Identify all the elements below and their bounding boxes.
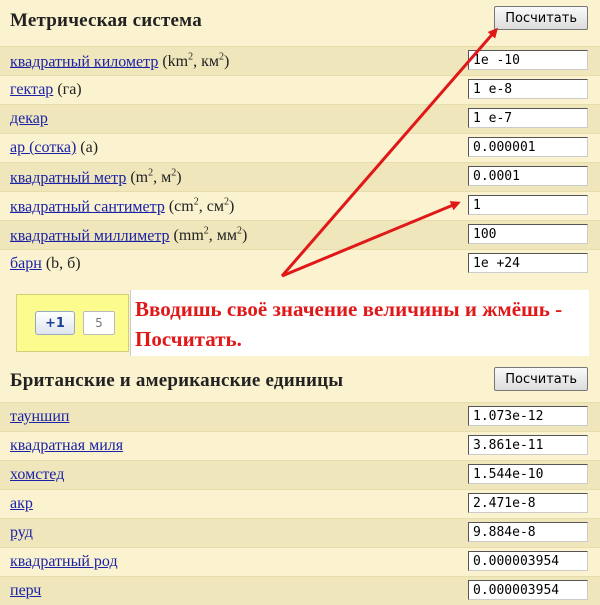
input-hectare[interactable] bbox=[468, 79, 588, 99]
row-square-meter: квадратный метр (m2, м2) bbox=[0, 162, 600, 191]
input-square-meter[interactable] bbox=[468, 166, 588, 186]
row-township: тауншип bbox=[0, 402, 600, 431]
link-square-mile[interactable]: квадратная миля bbox=[10, 437, 123, 454]
link-square-rod[interactable]: квадратный род bbox=[10, 553, 118, 570]
link-township[interactable]: тауншип bbox=[10, 408, 69, 425]
link-rood[interactable]: руд bbox=[10, 524, 33, 541]
imperial-section: Британские и американские единицы Посчит… bbox=[0, 362, 600, 605]
row-hectare: гектар (га) bbox=[0, 75, 600, 104]
input-square-kilometer[interactable] bbox=[468, 50, 588, 70]
input-decare[interactable] bbox=[468, 108, 588, 128]
plus-one-button[interactable]: +1 bbox=[35, 311, 75, 335]
input-perch[interactable] bbox=[468, 580, 588, 600]
link-barn[interactable]: барн bbox=[10, 255, 42, 272]
row-square-centimeter: квадратный сантиметр (cm2, см2) bbox=[0, 191, 600, 220]
row-are: ар (сотка) (а) bbox=[0, 133, 600, 162]
row-rood: руд bbox=[0, 518, 600, 547]
imperial-header: Британские и американские единицы Посчит… bbox=[0, 362, 600, 402]
plus-one-count: 5 bbox=[83, 311, 115, 335]
link-are[interactable]: ар (сотка) bbox=[10, 139, 76, 156]
link-square-kilometer[interactable]: квадратный километр bbox=[10, 53, 158, 70]
row-square-millimeter: квадратный миллиметр (mm2, мм2) bbox=[0, 220, 600, 249]
instruction-text: Вводишь своё значение величины и жмёшь -… bbox=[135, 297, 563, 351]
input-square-mile[interactable] bbox=[468, 435, 588, 455]
input-homestead[interactable] bbox=[468, 464, 588, 484]
link-homestead[interactable]: хомстед bbox=[10, 466, 64, 483]
row-square-mile: квадратная миля bbox=[0, 431, 600, 460]
link-decare[interactable]: декар bbox=[10, 110, 48, 127]
row-square-rod: квадратный род bbox=[0, 547, 600, 576]
instruction-banner: +1 5 Вводишь своё значение величины и жм… bbox=[0, 288, 600, 360]
input-township[interactable] bbox=[468, 406, 588, 426]
link-square-centimeter[interactable]: квадратный сантиметр bbox=[10, 198, 165, 215]
row-perch: перч bbox=[0, 576, 600, 605]
row-homestead: хомстед bbox=[0, 460, 600, 489]
google-plus-widget: +1 5 bbox=[16, 294, 129, 352]
input-are[interactable] bbox=[468, 137, 588, 157]
input-square-centimeter[interactable] bbox=[468, 195, 588, 215]
input-acre[interactable] bbox=[468, 493, 588, 513]
metric-header: Метрическая система Посчитать bbox=[0, 0, 600, 46]
row-acre: акр bbox=[0, 489, 600, 518]
metric-section: Метрическая система Посчитать квадратный… bbox=[0, 0, 600, 278]
metric-calculate-button[interactable]: Посчитать bbox=[494, 6, 588, 30]
link-acre[interactable]: акр bbox=[10, 495, 33, 512]
link-perch[interactable]: перч bbox=[10, 582, 41, 599]
imperial-calculate-button[interactable]: Посчитать bbox=[494, 367, 588, 391]
link-square-millimeter[interactable]: квадратный миллиметр bbox=[10, 227, 170, 244]
metric-rows: квадратный километр (km2, км2) гектар (г… bbox=[0, 46, 600, 278]
imperial-rows: тауншип квадратная миля хомстед акр руд … bbox=[0, 402, 600, 605]
input-barn[interactable] bbox=[468, 253, 588, 273]
link-square-meter[interactable]: квадратный метр bbox=[10, 169, 126, 186]
instruction-callout: Вводишь своё значение величины и жмёшь -… bbox=[130, 290, 589, 356]
metric-title: Метрическая система bbox=[10, 10, 202, 31]
row-decare: декар bbox=[0, 104, 600, 133]
imperial-title: Британские и американские единицы bbox=[10, 370, 344, 391]
row-square-kilometer: квадратный километр (km2, км2) bbox=[0, 46, 600, 75]
input-rood[interactable] bbox=[468, 522, 588, 542]
input-square-rod[interactable] bbox=[468, 551, 588, 571]
row-barn: барн (b, б) bbox=[0, 249, 600, 278]
input-square-millimeter[interactable] bbox=[468, 224, 588, 244]
link-hectare[interactable]: гектар bbox=[10, 81, 53, 98]
